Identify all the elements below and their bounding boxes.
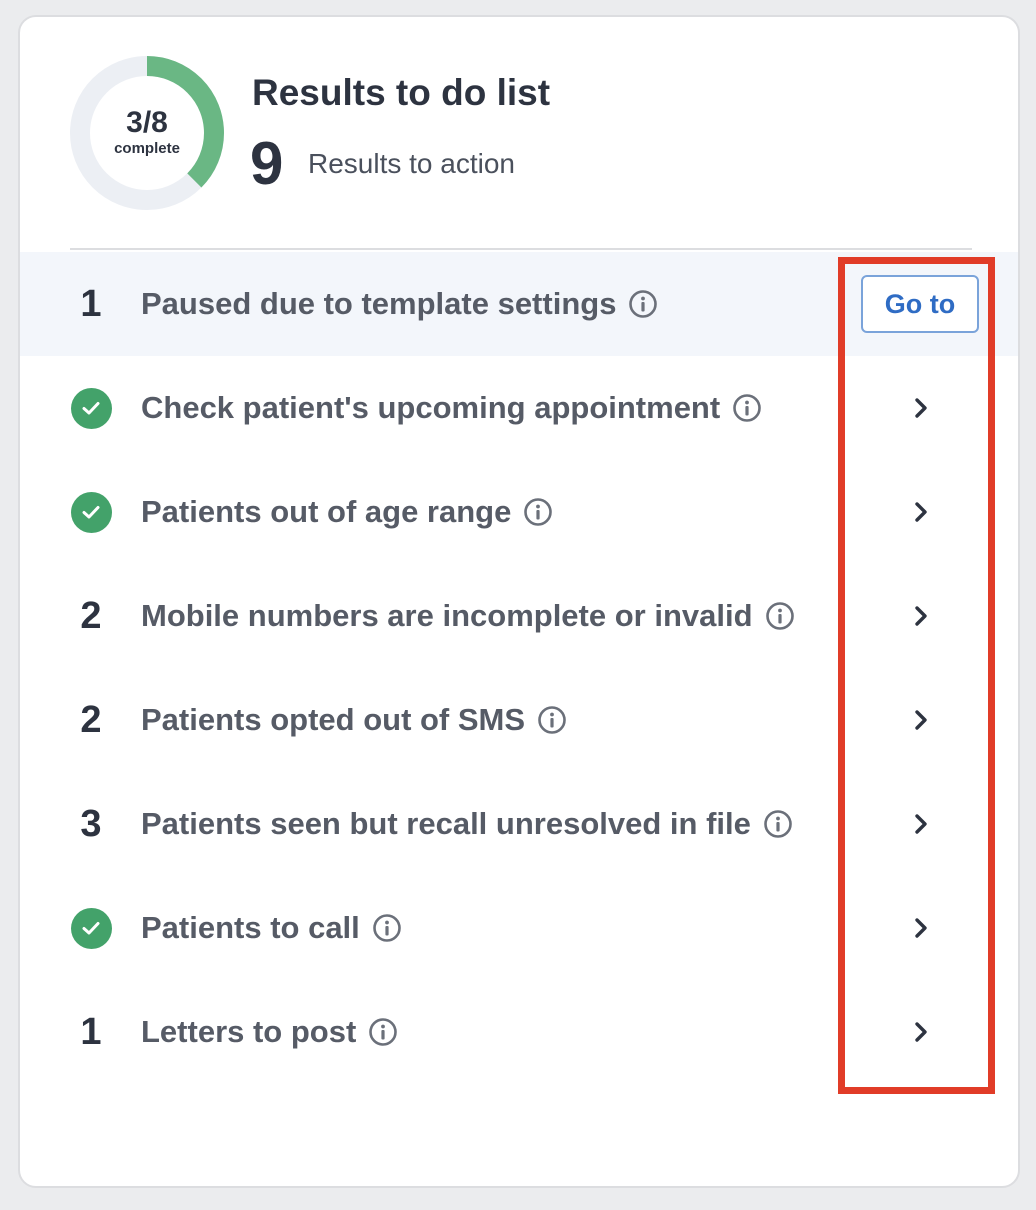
row-label-group: Patients seen but recall unresolved in f… [141, 806, 793, 842]
check-circle-icon [70, 491, 112, 533]
row-label: Mobile numbers are incomplete or invalid [141, 598, 753, 633]
info-icon[interactable] [372, 913, 402, 943]
info-icon[interactable] [763, 809, 793, 839]
row-count: 1 [80, 1010, 102, 1053]
check-circle-icon [70, 907, 112, 949]
row-status-count: 3 [70, 803, 112, 845]
list-item[interactable]: Patients out of age range [20, 460, 1018, 564]
progress-donut: 3/8 complete [69, 55, 225, 211]
progress-fraction: 3/8 [126, 106, 168, 139]
row-status-count: 2 [70, 595, 112, 637]
info-icon[interactable] [537, 705, 567, 735]
todo-list: 1 Paused due to template settings Go to Che… [20, 252, 1018, 1084]
list-item[interactable]: 2 Mobile numbers are incomplete or invali… [20, 564, 1018, 668]
list-item[interactable]: 1 Paused due to template settings Go to [20, 252, 1018, 356]
row-label: Check patient's upcoming appointment [141, 390, 721, 425]
row-count: 1 [80, 282, 102, 325]
row-status-count: 2 [70, 699, 112, 741]
row-label-group: Patients opted out of SMS [141, 702, 567, 738]
chevron-right-icon[interactable] [906, 601, 936, 631]
page-title: Results to do list [252, 72, 551, 113]
info-icon[interactable] [628, 289, 658, 319]
chevron-right-icon[interactable] [906, 913, 936, 943]
progress-caption: complete [114, 140, 180, 157]
row-status-complete [70, 387, 112, 429]
row-count: 2 [80, 594, 102, 637]
row-count: 2 [80, 698, 102, 741]
divider [70, 248, 972, 250]
list-item[interactable]: 2 Patients opted out of SMS [20, 668, 1018, 772]
chevron-right-icon[interactable] [906, 705, 936, 735]
row-count: 3 [80, 802, 102, 845]
chevron-right-icon[interactable] [906, 809, 936, 839]
row-label: Patients seen but recall unresolved in f… [141, 806, 751, 841]
list-item[interactable]: 1 Letters to post [20, 980, 1018, 1084]
list-item[interactable]: Check patient's upcoming appointment [20, 356, 1018, 460]
row-status-complete [70, 491, 112, 533]
row-status-count: 1 [70, 283, 112, 325]
row-label: Patients opted out of SMS [141, 702, 526, 737]
row-label-group: Patients out of age range [141, 494, 553, 530]
list-item[interactable]: Patients to call [20, 876, 1018, 980]
row-label-group: Letters to post [141, 1014, 398, 1050]
row-label-group: Paused due to template settings [141, 286, 658, 322]
row-status-count: 1 [70, 1011, 112, 1053]
results-count-label: Results to action [308, 148, 515, 179]
chevron-right-icon[interactable] [906, 393, 936, 423]
results-count: 9 [250, 130, 284, 197]
row-label: Patients out of age range [141, 494, 512, 529]
row-label: Paused due to template settings [141, 286, 617, 321]
progress-text: 3/8 complete [69, 55, 225, 211]
chevron-right-icon[interactable] [906, 1017, 936, 1047]
info-icon[interactable] [523, 497, 553, 527]
row-label-group: Check patient's upcoming appointment [141, 390, 762, 426]
row-label: Letters to post [141, 1014, 357, 1049]
results-todo-card: 3/8 complete Results to do list 9 Result… [18, 15, 1020, 1188]
row-label: Patients to call [141, 910, 360, 945]
list-item[interactable]: 3 Patients seen but recall unresolved in … [20, 772, 1018, 876]
check-circle-icon [70, 387, 112, 429]
row-label-group: Patients to call [141, 910, 402, 946]
info-icon[interactable] [765, 601, 795, 631]
info-icon[interactable] [732, 393, 762, 423]
info-icon[interactable] [368, 1017, 398, 1047]
row-status-complete [70, 907, 112, 949]
row-label-group: Mobile numbers are incomplete or invalid [141, 598, 795, 634]
go-to-button[interactable]: Go to [861, 275, 979, 333]
chevron-right-icon[interactable] [906, 497, 936, 527]
